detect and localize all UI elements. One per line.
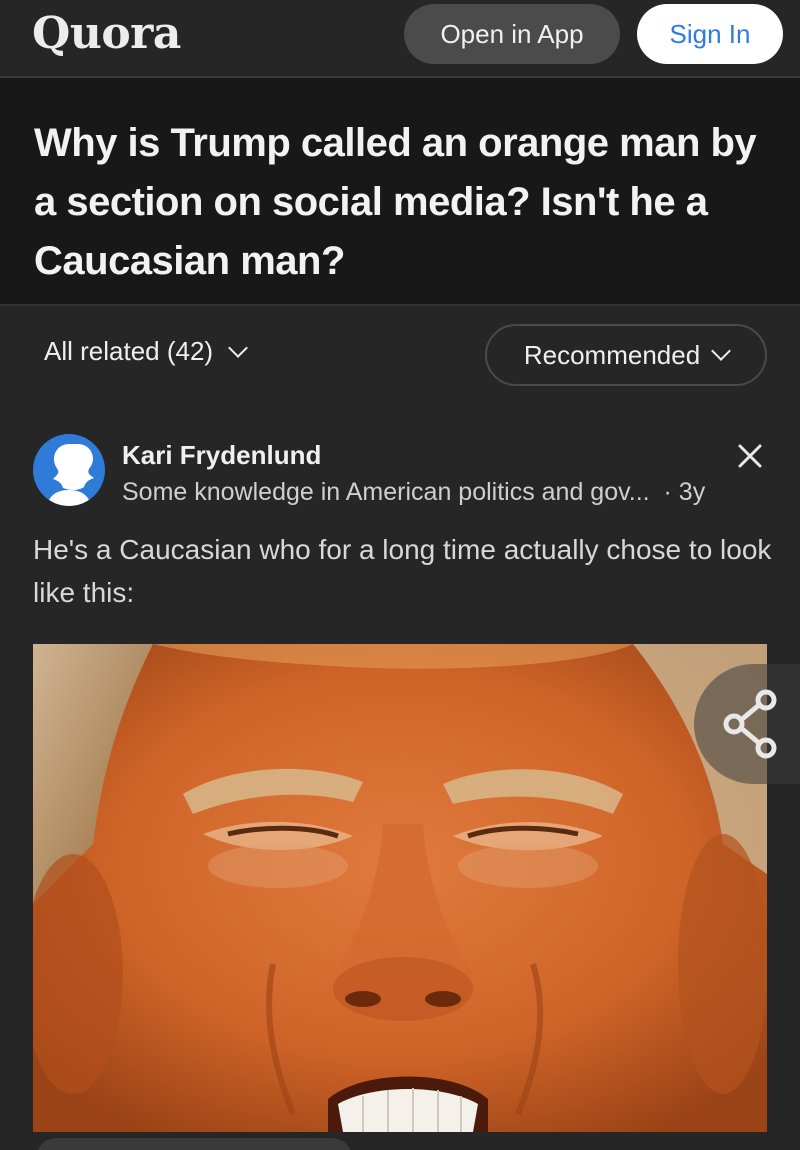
credential-text: Some knowledge in American politics and …	[122, 478, 650, 506]
sign-in-button[interactable]: Sign In	[637, 4, 783, 64]
chevron-down-icon	[711, 341, 732, 361]
close-icon[interactable]	[732, 438, 768, 474]
answer-card: Kari Frydenlund Some knowledge in Americ…	[0, 402, 800, 1150]
filter-bar: All related (42) Recommended	[0, 306, 800, 402]
question-title[interactable]: Why is Trump called an orange man by a s…	[34, 114, 774, 291]
question-section: Why is Trump called an orange man by a s…	[0, 78, 800, 306]
all-related-label: All related (42)	[44, 336, 214, 366]
sort-label: Recommended	[523, 339, 701, 370]
author-credential: Some knowledge in American politics and …	[122, 478, 705, 507]
sort-dropdown[interactable]: Recommended	[485, 324, 767, 386]
top-bar: Quora Open in App Sign In	[0, 0, 800, 78]
share-button[interactable]	[694, 664, 800, 784]
author-name[interactable]: Kari Frydenlund	[122, 440, 321, 471]
answer-text: He's a Caucasian who for a long time act…	[33, 534, 772, 608]
avatar[interactable]	[33, 434, 105, 506]
avatar-silhouette-icon	[47, 444, 94, 506]
open-in-app-button[interactable]: Open in App	[404, 4, 620, 64]
chevron-down-icon	[228, 337, 248, 358]
face-illustration	[33, 644, 767, 1132]
answer-image[interactable]	[33, 644, 767, 1132]
answer-age: · 3y	[663, 478, 706, 506]
quora-logo[interactable]: Quora	[32, 8, 181, 59]
action-bar-partial[interactable]	[36, 1138, 352, 1150]
page: Quora Open in App Sign In Why is Trump c…	[0, 0, 800, 1150]
all-related-dropdown[interactable]: All related (42)	[44, 336, 248, 367]
share-icon	[723, 689, 777, 759]
